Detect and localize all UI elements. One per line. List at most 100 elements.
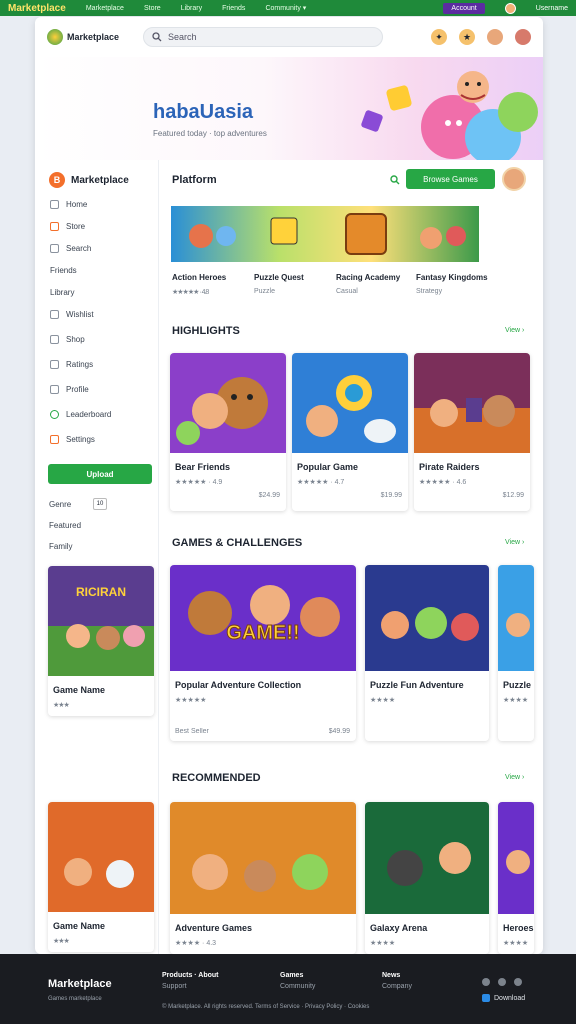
card-title: Adventure Games xyxy=(175,923,253,933)
item-title: Fantasy Kingdoms xyxy=(416,273,488,282)
sidebar-item-friends[interactable]: Friends xyxy=(50,266,77,275)
hero-characters-image xyxy=(361,71,538,160)
highlights-view-all-link[interactable]: View › xyxy=(505,327,524,334)
sidebar-item-store[interactable]: Store xyxy=(50,222,85,231)
star-icon xyxy=(50,360,59,369)
card-title: Popular Adventure Collection xyxy=(175,680,302,690)
game-card[interactable]: Pirate Raiders ★★★★★ · 4.6 $12.99 xyxy=(414,353,530,511)
game-card[interactable]: Puzzle ★★★★ xyxy=(498,565,534,741)
game-card-large[interactable]: GAME!! Popular Adventure Collection ★★★★… xyxy=(170,565,356,741)
account-button[interactable]: Account xyxy=(443,2,485,14)
card-badge-text: Best Seller xyxy=(175,728,209,735)
game-thumbnail: RICIRAN xyxy=(48,566,154,676)
top-link-2[interactable]: Store xyxy=(144,5,161,12)
footer-col-link[interactable]: Company xyxy=(382,983,412,990)
gift-icon[interactable]: ★ xyxy=(459,29,475,45)
sidebar-item-shop[interactable]: Shop xyxy=(50,335,85,344)
card-price: $12.99 xyxy=(502,492,524,499)
game-thumbnail xyxy=(292,353,408,453)
download-app-link[interactable]: Download xyxy=(482,994,525,1002)
featured-item-4[interactable]: Fantasy Kingdoms Strategy xyxy=(416,273,488,295)
sidebar-item-leaderboard[interactable]: Leaderboard xyxy=(50,410,111,419)
sidebar-item-label: Wishlist xyxy=(66,310,94,319)
rating-stars: ★★★ xyxy=(53,702,70,709)
item-title: Action Heroes xyxy=(172,273,227,282)
top-link-4[interactable]: Friends xyxy=(222,5,245,12)
sidebar-game-card[interactable]: RICIRAN Game Name ★★★ xyxy=(48,566,154,716)
discord-icon[interactable] xyxy=(498,978,506,986)
game-card[interactable]: Bear Friends ★★★★★ · 4.9 $24.99 xyxy=(170,353,286,511)
sidebar-item-library[interactable]: Library xyxy=(50,288,74,297)
upload-button[interactable]: Upload xyxy=(48,464,152,484)
search-icon[interactable] xyxy=(390,175,400,185)
filter-family[interactable]: Family xyxy=(49,542,73,551)
filter-genre[interactable]: Genre xyxy=(49,500,71,509)
top-link-3[interactable]: Library xyxy=(181,5,202,12)
friend-avatar[interactable] xyxy=(515,29,531,45)
logo[interactable]: Marketplace xyxy=(47,29,119,45)
game-card[interactable]: Heroes ★★★★ xyxy=(498,802,534,954)
footer-col-2[interactable]: Games Community xyxy=(280,972,315,990)
sidebar-item-profile[interactable]: Profile xyxy=(50,385,89,394)
trophy-icon xyxy=(50,410,59,419)
footer-tagline: Games marketplace xyxy=(48,996,102,1002)
card-meta: ★★★★ xyxy=(370,697,396,704)
search-placeholder: Search xyxy=(168,32,197,42)
top-link-1[interactable]: Marketplace xyxy=(86,5,124,12)
user-avatar[interactable] xyxy=(502,167,526,191)
hero-banner[interactable]: habaUasia Featured today · top adventure… xyxy=(35,57,543,160)
games-view-all-link[interactable]: View › xyxy=(505,539,524,546)
username-label[interactable]: Username xyxy=(536,5,568,12)
search-icon xyxy=(50,244,59,253)
sidebar-item-home[interactable]: Home xyxy=(50,200,87,209)
card-title: Popular Game xyxy=(297,462,359,472)
logo-icon xyxy=(47,29,63,45)
top-link-5[interactable]: Community ▾ xyxy=(265,4,306,12)
footer-col-3[interactable]: News Company xyxy=(382,972,412,990)
browse-games-button[interactable]: Browse Games xyxy=(406,169,495,189)
heart-icon xyxy=(50,310,59,319)
recommended-view-all-link[interactable]: View › xyxy=(505,774,524,781)
sidebar-item-settings[interactable]: Settings xyxy=(50,435,95,444)
youtube-icon[interactable] xyxy=(514,978,522,986)
card-price: $49.99 xyxy=(328,728,350,735)
section-games-title: GAMES & CHALLENGES xyxy=(172,537,303,549)
item-title: Racing Academy xyxy=(336,273,401,282)
game-thumbnail: GAME!! xyxy=(170,565,356,671)
footer-col-link[interactable]: Community xyxy=(280,983,315,990)
twitter-icon[interactable] xyxy=(482,978,490,986)
card-price: $24.99 xyxy=(258,492,280,499)
game-thumbnail xyxy=(498,565,534,671)
hero-subtitle: Featured today · top adventures xyxy=(153,129,267,138)
top-avatar[interactable] xyxy=(504,2,516,14)
sidebar-header: B Marketplace xyxy=(49,172,129,188)
filter-featured[interactable]: Featured xyxy=(49,521,81,530)
featured-banner-image[interactable] xyxy=(171,206,479,262)
featured-item-3[interactable]: Racing Academy Casual xyxy=(336,273,400,295)
card-meta: ★★★ xyxy=(53,938,70,945)
game-thumbnail xyxy=(170,802,356,914)
search-input[interactable]: Search xyxy=(143,27,384,47)
game-card[interactable]: Popular Game ★★★★★ · 4.7 $19.99 xyxy=(292,353,408,511)
card-title: Pirate Raiders xyxy=(419,462,480,472)
game-card[interactable]: Game Name ★★★ xyxy=(48,802,154,952)
game-card[interactable]: Puzzle Fun Adventure ★★★★ xyxy=(365,565,489,741)
featured-item-2[interactable]: Puzzle Quest Puzzle xyxy=(254,273,304,295)
top-brand[interactable]: Marketplace xyxy=(8,3,66,14)
featured-item-1[interactable]: Action Heroes ★★★★★ · 4.8 xyxy=(172,273,226,296)
sidebar-item-search[interactable]: Search xyxy=(50,244,91,253)
sidebar-item-ratings[interactable]: Ratings xyxy=(50,360,93,369)
footer-brand[interactable]: Marketplace xyxy=(48,978,112,990)
footer-col-link[interactable]: Support xyxy=(162,983,219,990)
gear-icon xyxy=(50,435,59,444)
footer-col-1[interactable]: Products · About Support xyxy=(162,972,219,990)
featured-title: Platform xyxy=(172,174,217,186)
sidebar-item-wishlist[interactable]: Wishlist xyxy=(50,310,94,319)
game-card[interactable]: Galaxy Arena ★★★★ xyxy=(365,802,489,954)
bell-icon[interactable]: ✦ xyxy=(431,29,447,45)
sidebar-item-label: Friends xyxy=(50,266,77,275)
game-card-large[interactable]: Adventure Games ★★★★ · 4.3 xyxy=(170,802,356,954)
game-thumbnail xyxy=(498,802,534,914)
profile-avatar[interactable] xyxy=(487,29,503,45)
card-title: Game Name xyxy=(53,921,106,931)
